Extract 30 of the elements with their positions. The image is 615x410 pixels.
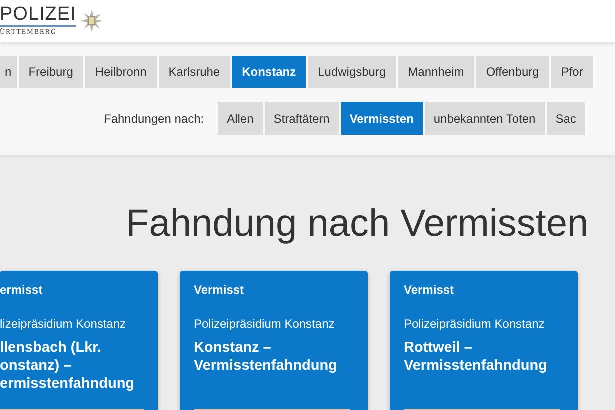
card-title: llensbach (Lkr. onstanz) – ermisstenfahndung [0, 339, 136, 393]
filter-tab[interactable]: unbekannten Toten [424, 102, 545, 135]
card-agency: Polizeipräsidium Konstanz [194, 317, 336, 331]
filter-tab[interactable]: Sac [546, 102, 586, 135]
card-title: Konstanz – Vermisstenfahndung [194, 339, 338, 376]
region-tab[interactable]: Pfor [551, 56, 594, 88]
card-agency: Polizeipräsidium Konstanz [404, 317, 546, 331]
logo-title: POLIZEI [0, 5, 76, 27]
card-category: ermisst [0, 283, 44, 297]
region-tab[interactable]: n [0, 56, 17, 88]
filter-label: Fahndungen nach: [104, 112, 204, 126]
filter-tab[interactable]: Straftätern [264, 102, 339, 135]
region-tab[interactable]: Konstanz [232, 56, 306, 88]
region-tab[interactable]: Mannheim [398, 56, 474, 88]
filter-tab[interactable]: Allen [218, 102, 263, 135]
case-card[interactable]: ermisst lizeipräsidium Konstanz llensbach (Lkr. onstanz) – ermisstenfahndung [0, 271, 158, 410]
region-tab[interactable]: Freiburg [18, 56, 84, 88]
card-agency: lizeipräsidium Konstanz [0, 317, 128, 331]
star-emblem-icon [81, 10, 104, 32]
case-card[interactable]: Vermisst Polizeipräsidium Konstanz Rottweil – Vermisstenfahndung [390, 271, 578, 410]
card-category: Vermisst [404, 283, 456, 297]
region-tab[interactable]: Karlsruhe [158, 56, 230, 88]
card-title: Rottweil – Vermisstenfahndung [404, 339, 548, 376]
region-tab[interactable]: Ludwigsburg [308, 56, 396, 88]
card-category: Vermisst [194, 283, 246, 297]
region-tab[interactable]: Heilbronn [85, 56, 157, 88]
case-card[interactable]: Vermisst Polizeipräsidium Konstanz Konstanz – Vermisstenfahndung [180, 271, 368, 410]
filter-tab[interactable]: Vermissten [340, 102, 423, 135]
page-heading: Fahndung nach Vermissten [125, 202, 590, 246]
region-tab[interactable]: Offenburg [476, 56, 550, 88]
